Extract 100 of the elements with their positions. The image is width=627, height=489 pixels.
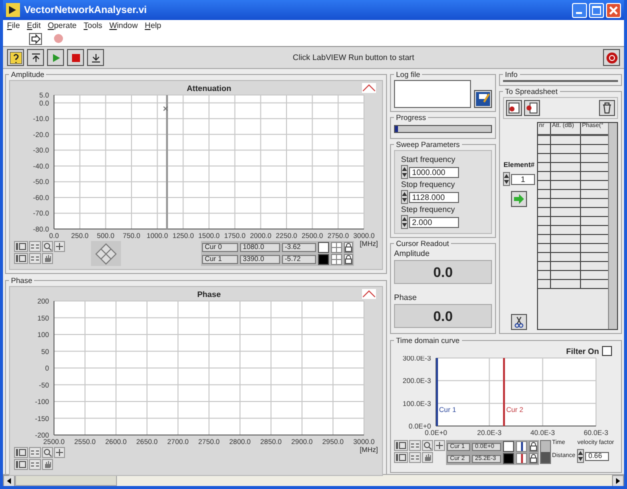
stop-icon <box>70 52 80 62</box>
cursor-move-button[interactable] <box>91 241 121 266</box>
format-icon[interactable] <box>29 241 41 252</box>
spinner-icon[interactable] <box>503 172 510 186</box>
lock-icon[interactable] <box>344 254 353 265</box>
menu-item[interactable]: Operate <box>48 21 77 30</box>
folder-pen-icon <box>476 92 490 106</box>
cursor-style-swatch[interactable] <box>318 254 329 265</box>
go-button[interactable] <box>511 191 527 207</box>
lock-icon[interactable] <box>529 441 538 452</box>
checkbox-label: Filter On <box>566 346 599 356</box>
cursor-marker-icon <box>163 106 168 112</box>
record-icon <box>54 34 63 43</box>
menu-item[interactable]: Edit <box>26 21 41 30</box>
amplitude-indicator: 0.0 <box>394 260 492 284</box>
spinner-icon[interactable] <box>401 165 408 179</box>
crosshair-icon[interactable] <box>434 440 445 451</box>
hand-icon[interactable] <box>422 452 433 463</box>
run-button[interactable] <box>29 32 42 44</box>
field-label: Stop frequency <box>401 180 456 189</box>
stop-button[interactable] <box>67 49 84 66</box>
scale-lock-icon[interactable] <box>394 440 408 451</box>
lock-icon[interactable] <box>529 453 538 464</box>
menu-item[interactable]: File <box>7 21 20 30</box>
move-to-top-button[interactable] <box>27 49 44 66</box>
numeric-field[interactable]: 1000.000 <box>409 166 459 178</box>
phase-indicator: 0.0 <box>394 304 492 328</box>
spinner-icon[interactable] <box>401 215 408 229</box>
plot-legend-icon[interactable] <box>362 83 376 93</box>
scale-lock-icon[interactable] <box>14 253 28 264</box>
scroll-left-button[interactable] <box>3 474 15 486</box>
indicator-label: Phase <box>394 293 418 302</box>
numeric-field[interactable]: 1128.000 <box>409 192 459 202</box>
element-field[interactable]: 1 <box>511 174 535 184</box>
numeric-field[interactable]: 2.000 <box>409 216 459 228</box>
close-button[interactable] <box>606 2 621 18</box>
window-title: VectorNetworkAnalyser.vi <box>24 4 147 16</box>
chart-title: Attenuation <box>186 84 232 93</box>
trash-icon <box>602 102 612 114</box>
lock-icon[interactable] <box>344 242 353 253</box>
run-button[interactable] <box>47 49 64 66</box>
indicator-label: Amplitude <box>394 249 431 258</box>
abort-button[interactable] <box>603 49 620 66</box>
format-icon[interactable] <box>29 447 41 458</box>
play-icon <box>50 52 60 62</box>
close-icon <box>609 6 618 14</box>
diamond-icon <box>94 242 118 264</box>
arrow-icon <box>513 194 525 204</box>
document-dot-icon <box>526 102 538 114</box>
abort-icon <box>606 52 618 64</box>
field-label: Step frequency <box>401 205 456 214</box>
move-to-bottom-button[interactable] <box>87 49 104 66</box>
help-button[interactable] <box>7 49 24 66</box>
switch-segment[interactable] <box>541 452 550 463</box>
format-icon[interactable] <box>29 253 41 264</box>
export-button[interactable] <box>506 100 522 116</box>
up-arrow-icon <box>30 52 40 62</box>
scale-lock-icon[interactable] <box>14 459 28 470</box>
scale-lock-icon[interactable] <box>14 241 28 252</box>
maximize-icon <box>592 6 601 14</box>
scrollbar[interactable] <box>608 123 617 329</box>
scissors-icon <box>514 316 524 328</box>
menu-item[interactable]: Tools <box>84 21 102 30</box>
log-file-path-field[interactable] <box>394 80 471 108</box>
menu-item[interactable]: Help <box>144 21 162 30</box>
menu-item[interactable]: Window <box>109 21 138 30</box>
append-button[interactable] <box>524 100 540 116</box>
status-message: Click LabVIEW Run button to start <box>292 53 416 62</box>
zoom-icon[interactable] <box>42 447 53 458</box>
format-icon[interactable] <box>409 440 421 451</box>
crosshair-icon[interactable] <box>54 241 65 252</box>
cursor-style-swatch[interactable] <box>503 441 514 452</box>
crosshair-icon[interactable] <box>54 447 65 458</box>
minimize-button[interactable] <box>572 2 587 18</box>
delete-button[interactable] <box>599 100 615 116</box>
zoom-icon[interactable] <box>422 440 433 451</box>
maximize-button[interactable] <box>589 2 604 18</box>
left-arrow-icon <box>7 478 11 484</box>
zoom-icon[interactable] <box>42 241 53 252</box>
switch-segment[interactable] <box>541 441 550 452</box>
browse-button[interactable] <box>474 90 492 108</box>
scroll-right-button[interactable] <box>612 474 624 486</box>
right-arrow-icon <box>616 478 620 484</box>
scrollbar[interactable] <box>3 474 624 486</box>
hand-icon[interactable] <box>42 253 53 264</box>
filter-checkbox[interactable] <box>602 346 612 356</box>
format-icon[interactable] <box>29 459 41 470</box>
cursor-style-swatch[interactable] <box>318 242 329 253</box>
scale-lock-icon[interactable] <box>394 452 408 463</box>
scale-lock-icon[interactable] <box>14 447 28 458</box>
hand-icon[interactable] <box>42 459 53 470</box>
field-label: Start frequency <box>401 155 456 164</box>
format-icon[interactable] <box>409 452 421 463</box>
cursor-style-swatch[interactable] <box>503 453 514 464</box>
spinner-icon[interactable] <box>577 449 584 463</box>
spinner-icon[interactable] <box>401 190 408 204</box>
scroll-thumb[interactable] <box>15 475 117 486</box>
down-arrow-icon <box>90 52 100 62</box>
cut-button[interactable] <box>511 314 527 330</box>
plot-legend-icon[interactable] <box>362 289 376 299</box>
